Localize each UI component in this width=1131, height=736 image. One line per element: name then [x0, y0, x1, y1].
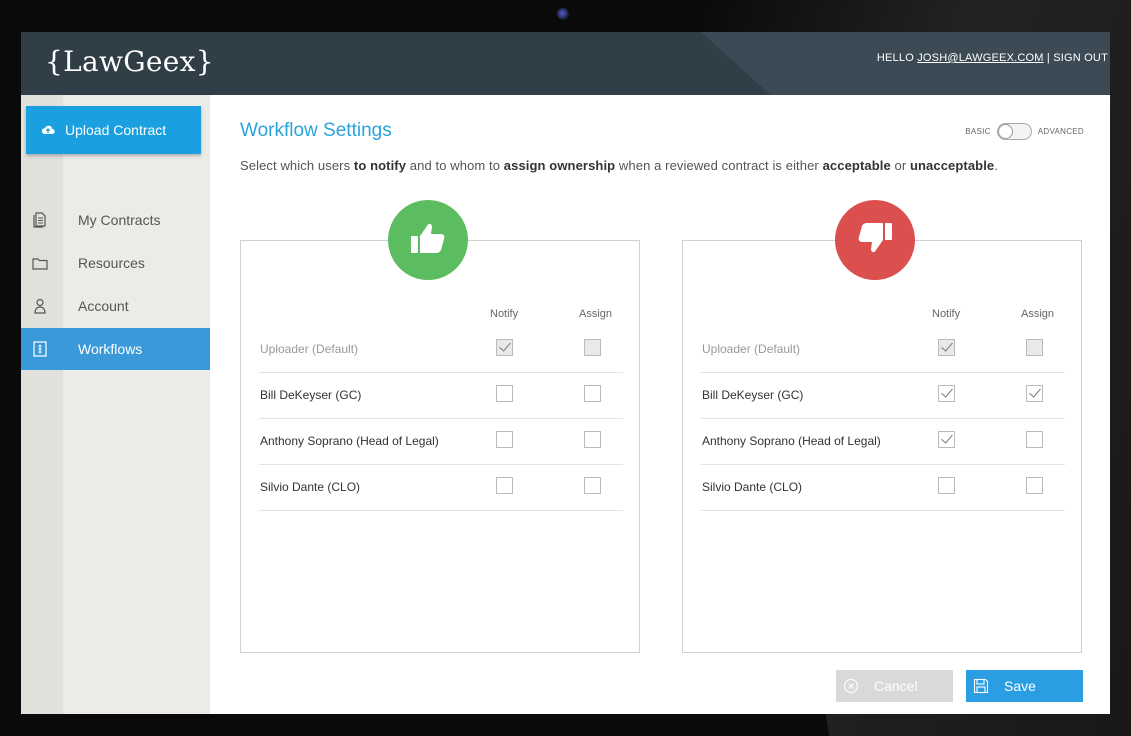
thumbs-down-icon: [854, 217, 896, 264]
description-text: Select which users to notify and to whom…: [240, 158, 998, 173]
sidebar-item-resources[interactable]: Resources: [21, 242, 210, 284]
table-row: Anthony Soprano (Head of Legal): [259, 418, 623, 465]
user-icon: [32, 297, 48, 315]
assign-checkbox[interactable]: [584, 477, 601, 494]
notify-checkbox[interactable]: [938, 431, 955, 448]
camera-icon: [557, 8, 569, 20]
user-name: Bill DeKeyser (GC): [702, 388, 804, 402]
notify-checkbox[interactable]: [496, 431, 513, 448]
assign-checkbox: [1026, 339, 1043, 356]
sidebar-item-label: Resources: [78, 255, 145, 271]
notify-checkbox[interactable]: [938, 477, 955, 494]
notify-column-header: Notify: [490, 308, 519, 320]
user-name: Bill DeKeyser (GC): [260, 388, 362, 402]
notify-checkbox[interactable]: [496, 385, 513, 402]
assign-column-header: Assign: [1021, 308, 1055, 320]
upload-contract-button[interactable]: Upload Contract: [26, 106, 201, 154]
notify-checkbox[interactable]: [496, 477, 513, 494]
cloud-upload-icon: [41, 123, 55, 137]
cancel-button[interactable]: Cancel: [836, 670, 953, 702]
folder-icon: [32, 254, 48, 272]
mode-switch: BASIC ADVANCED: [965, 123, 1084, 140]
acceptable-badge: [388, 200, 468, 280]
table-row: Bill DeKeyser (GC): [701, 372, 1065, 419]
app-logo: {LawGeex}: [45, 45, 214, 78]
sidebar-rail: [21, 95, 63, 714]
assign-checkbox[interactable]: [1026, 477, 1043, 494]
cancel-icon: [843, 678, 859, 694]
assign-checkbox[interactable]: [584, 431, 601, 448]
notify-checkbox: [496, 339, 513, 356]
floppy-disk-icon: [973, 678, 989, 694]
acceptable-panel: Notify Assign Uploader (Default) Bill De…: [240, 240, 640, 653]
sidebar-item-label: Workflows: [78, 341, 143, 357]
table-row: Uploader (Default): [701, 326, 1065, 373]
app-screen: {LawGeex} HELLO JOSH@LAWGEEX.COM | SIGN …: [21, 32, 1110, 714]
document-icon: [32, 211, 48, 229]
table-row: Bill DeKeyser (GC): [259, 372, 623, 419]
table-row: Silvio Dante (CLO): [259, 464, 623, 511]
table-row: Anthony Soprano (Head of Legal): [701, 418, 1065, 465]
assign-checkbox: [584, 339, 601, 356]
sidebar-item-label: Account: [78, 298, 129, 314]
basic-label: BASIC: [965, 127, 991, 136]
sidebar-item-label: My Contracts: [78, 212, 161, 228]
notify-checkbox[interactable]: [938, 385, 955, 402]
notify-checkbox: [938, 339, 955, 356]
user-name: Anthony Soprano (Head of Legal): [260, 434, 439, 448]
user-email-link[interactable]: JOSH@LAWGEEX.COM: [917, 52, 1043, 64]
user-name: Silvio Dante (CLO): [260, 480, 361, 494]
save-label: Save: [1004, 678, 1036, 694]
table-row: Silvio Dante (CLO): [701, 464, 1065, 511]
assign-checkbox[interactable]: [1026, 385, 1043, 402]
top-bar: {LawGeex} HELLO JOSH@LAWGEEX.COM | SIGN …: [21, 32, 1110, 95]
save-button[interactable]: Save: [966, 670, 1083, 702]
unacceptable-panel: Notify Assign Uploader (Default) Bill De…: [682, 240, 1082, 653]
unacceptable-badge: [835, 200, 915, 280]
user-name: Silvio Dante (CLO): [702, 480, 803, 494]
basic-advanced-toggle[interactable]: [996, 123, 1032, 140]
hello-text: HELLO: [876, 52, 918, 64]
separator-text: |: [1043, 52, 1054, 64]
assign-column-header: Assign: [579, 308, 613, 320]
thumbs-up-icon: [407, 217, 449, 264]
notify-column-header: Notify: [932, 308, 961, 320]
user-name: Uploader (Default): [260, 342, 359, 356]
assign-checkbox[interactable]: [1026, 431, 1043, 448]
cancel-label: Cancel: [874, 678, 918, 694]
upload-contract-label: Upload Contract: [65, 122, 167, 138]
sidebar-item-account[interactable]: Account: [21, 285, 210, 327]
table-row: Uploader (Default): [259, 326, 623, 373]
workflow-icon: [32, 340, 48, 358]
sign-out-link[interactable]: SIGN OUT: [1053, 52, 1108, 64]
sidebar: Upload Contract My Contracts Resources A…: [21, 95, 210, 714]
page-title: Workflow Settings: [240, 120, 392, 141]
sidebar-item-my-contracts[interactable]: My Contracts: [21, 199, 210, 241]
sidebar-item-workflows[interactable]: Workflows: [21, 328, 210, 370]
assign-checkbox[interactable]: [584, 385, 601, 402]
user-name: Uploader (Default): [702, 342, 801, 356]
user-name: Anthony Soprano (Head of Legal): [702, 434, 881, 448]
user-info: HELLO JOSH@LAWGEEX.COM | SIGN OUT: [877, 52, 1108, 64]
main-content: Workflow Settings BASIC ADVANCED Select …: [210, 95, 1110, 714]
advanced-label: ADVANCED: [1037, 127, 1084, 136]
